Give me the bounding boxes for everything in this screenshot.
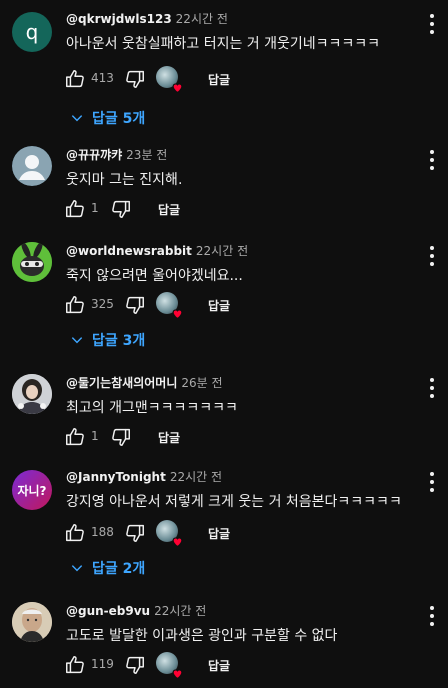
creator-heart-badge xyxy=(156,292,183,320)
comment-text: 강지영 아나운서 저렇게 크게 웃는 거 처음본다ㅋㅋㅋㅋㅋ xyxy=(66,494,402,510)
reply-button[interactable]: 답글 xyxy=(208,657,230,674)
creator-heart-badge xyxy=(156,66,183,94)
comment-author[interactable]: @JannyTonight xyxy=(66,470,166,484)
reply-button[interactable]: 답글 xyxy=(158,201,180,218)
replies-count: 답글 3개 xyxy=(92,333,146,349)
dislike-icon[interactable] xyxy=(124,522,146,544)
more-actions-icon[interactable] xyxy=(422,468,442,496)
more-actions-icon[interactable] xyxy=(422,242,442,270)
view-replies-button[interactable]: 답글 3개 xyxy=(70,330,145,352)
like-count: 1 xyxy=(91,201,99,215)
like-count: 119 xyxy=(91,657,114,671)
comment-actions: 1 답글 xyxy=(64,424,364,450)
comment-actions: 325 답글 xyxy=(64,292,364,320)
avatar-letter: q xyxy=(25,20,39,44)
reply-button[interactable]: 답글 xyxy=(208,525,230,542)
dislike-icon[interactable] xyxy=(124,294,146,316)
comment-time[interactable]: 22시간 전 xyxy=(176,12,228,26)
avatar[interactable]: q xyxy=(12,12,52,52)
avatar[interactable]: 자니? xyxy=(12,470,52,510)
comment-meta: @qkrwjdwls123 22시간 전 xyxy=(66,10,228,27)
dislike-icon[interactable] xyxy=(110,198,132,220)
replies-count: 답글 5개 xyxy=(92,111,146,127)
reply-button[interactable]: 답글 xyxy=(158,429,180,446)
comment-time[interactable]: 22시간 전 xyxy=(154,604,206,618)
heart-icon xyxy=(172,83,183,94)
like-icon[interactable] xyxy=(64,522,86,544)
comment-item: @gun-eb9vu 22시간 전 고도로 발달한 이과생은 광인과 구분할 수 … xyxy=(0,602,448,688)
chevron-down-icon xyxy=(71,337,83,344)
comment-author[interactable]: @둘기는참새의어머니 xyxy=(66,376,177,390)
comment-text: 웃지마 그는 진지해. xyxy=(66,172,183,188)
avatar-letter: 자니? xyxy=(17,483,47,498)
comment-item: 자니? @JannyTonight 22시간 전 강지영 아나운서 저렇게 크게 … xyxy=(0,468,448,588)
view-replies-button[interactable]: 답글 5개 xyxy=(70,108,145,130)
comment-actions: 119 답글 xyxy=(64,652,364,680)
comment-item: q @qkrwjdwls123 22시간 전 아나운서 웃참실패하고 터지는 거 … xyxy=(0,10,448,130)
replies-count: 답글 2개 xyxy=(92,561,146,577)
comment-author[interactable]: @gun-eb9vu xyxy=(66,604,150,618)
comment-meta: @gun-eb9vu 22시간 전 xyxy=(66,602,206,619)
comment-meta: @worldnewsrabbit 22시간 전 xyxy=(66,242,248,259)
avatar[interactable] xyxy=(12,242,52,282)
like-count: 413 xyxy=(91,71,114,85)
creator-heart-badge xyxy=(156,652,183,680)
like-count: 325 xyxy=(91,297,114,311)
more-actions-icon[interactable] xyxy=(422,602,442,630)
reply-button[interactable]: 답글 xyxy=(208,297,230,314)
comment-time[interactable]: 23분 전 xyxy=(126,148,167,162)
avatar[interactable] xyxy=(12,146,52,186)
comment-meta: @둘기는참새의어머니 26분 전 xyxy=(66,374,223,391)
avatar[interactable] xyxy=(12,374,52,414)
default-user-icon xyxy=(12,146,52,186)
comment-item: @worldnewsrabbit 22시간 전 죽지 않으려면 울어야겠네요...… xyxy=(0,242,448,362)
comment-text: 고도로 발달한 이과생은 광인과 구분할 수 없다 xyxy=(66,628,338,644)
comment-item: @뀨뀨꺄캬 23분 전 웃지마 그는 진지해. 1 답글 xyxy=(0,146,448,226)
photo-avatar xyxy=(12,602,52,642)
comment-text: 최고의 개그맨ㅋㅋㅋㅋㅋㅋㅋ xyxy=(66,400,238,416)
like-icon[interactable] xyxy=(64,426,86,448)
like-icon[interactable] xyxy=(64,198,86,220)
comment-time[interactable]: 22시간 전 xyxy=(196,244,248,258)
heart-icon xyxy=(172,309,183,320)
dislike-icon[interactable] xyxy=(124,654,146,676)
photo-avatar xyxy=(12,374,52,414)
comment-actions: 188 답글 xyxy=(64,520,364,548)
chevron-down-icon xyxy=(71,565,83,572)
dislike-icon[interactable] xyxy=(110,426,132,448)
comment-time[interactable]: 26분 전 xyxy=(181,376,222,390)
heart-icon xyxy=(172,669,183,680)
comment-text: 죽지 않으려면 울어야겠네요... xyxy=(66,268,243,284)
dislike-icon[interactable] xyxy=(124,68,146,90)
more-actions-icon[interactable] xyxy=(422,146,442,174)
comment-time[interactable]: 22시간 전 xyxy=(170,470,222,484)
like-icon[interactable] xyxy=(64,68,86,90)
comment-actions: 413 답글 xyxy=(64,66,364,94)
comment-meta: @JannyTonight 22시간 전 xyxy=(66,468,222,485)
comment-actions: 1 답글 xyxy=(64,196,364,222)
like-icon[interactable] xyxy=(64,294,86,316)
chevron-down-icon xyxy=(71,115,83,122)
view-replies-button[interactable]: 답글 2개 xyxy=(70,558,145,580)
heart-icon xyxy=(172,537,183,548)
rabbit-avatar-icon xyxy=(12,242,52,282)
creator-heart-badge xyxy=(156,520,183,548)
comment-author[interactable]: @worldnewsrabbit xyxy=(66,244,192,258)
like-count: 188 xyxy=(91,525,114,539)
like-icon[interactable] xyxy=(64,654,86,676)
like-count: 1 xyxy=(91,429,99,443)
avatar[interactable] xyxy=(12,602,52,642)
more-actions-icon[interactable] xyxy=(422,374,442,402)
reply-button[interactable]: 답글 xyxy=(208,71,230,88)
comment-item: @둘기는참새의어머니 26분 전 최고의 개그맨ㅋㅋㅋㅋㅋㅋㅋ 1 답글 xyxy=(0,374,448,454)
comment-author[interactable]: @뀨뀨꺄캬 xyxy=(66,148,122,162)
comment-meta: @뀨뀨꺄캬 23분 전 xyxy=(66,146,167,163)
more-actions-icon[interactable] xyxy=(422,10,442,38)
comment-text: 아나운서 웃참실패하고 터지는 거 개웃기네ㅋㅋㅋㅋㅋ xyxy=(66,36,381,52)
comment-author[interactable]: @qkrwjdwls123 xyxy=(66,12,172,26)
